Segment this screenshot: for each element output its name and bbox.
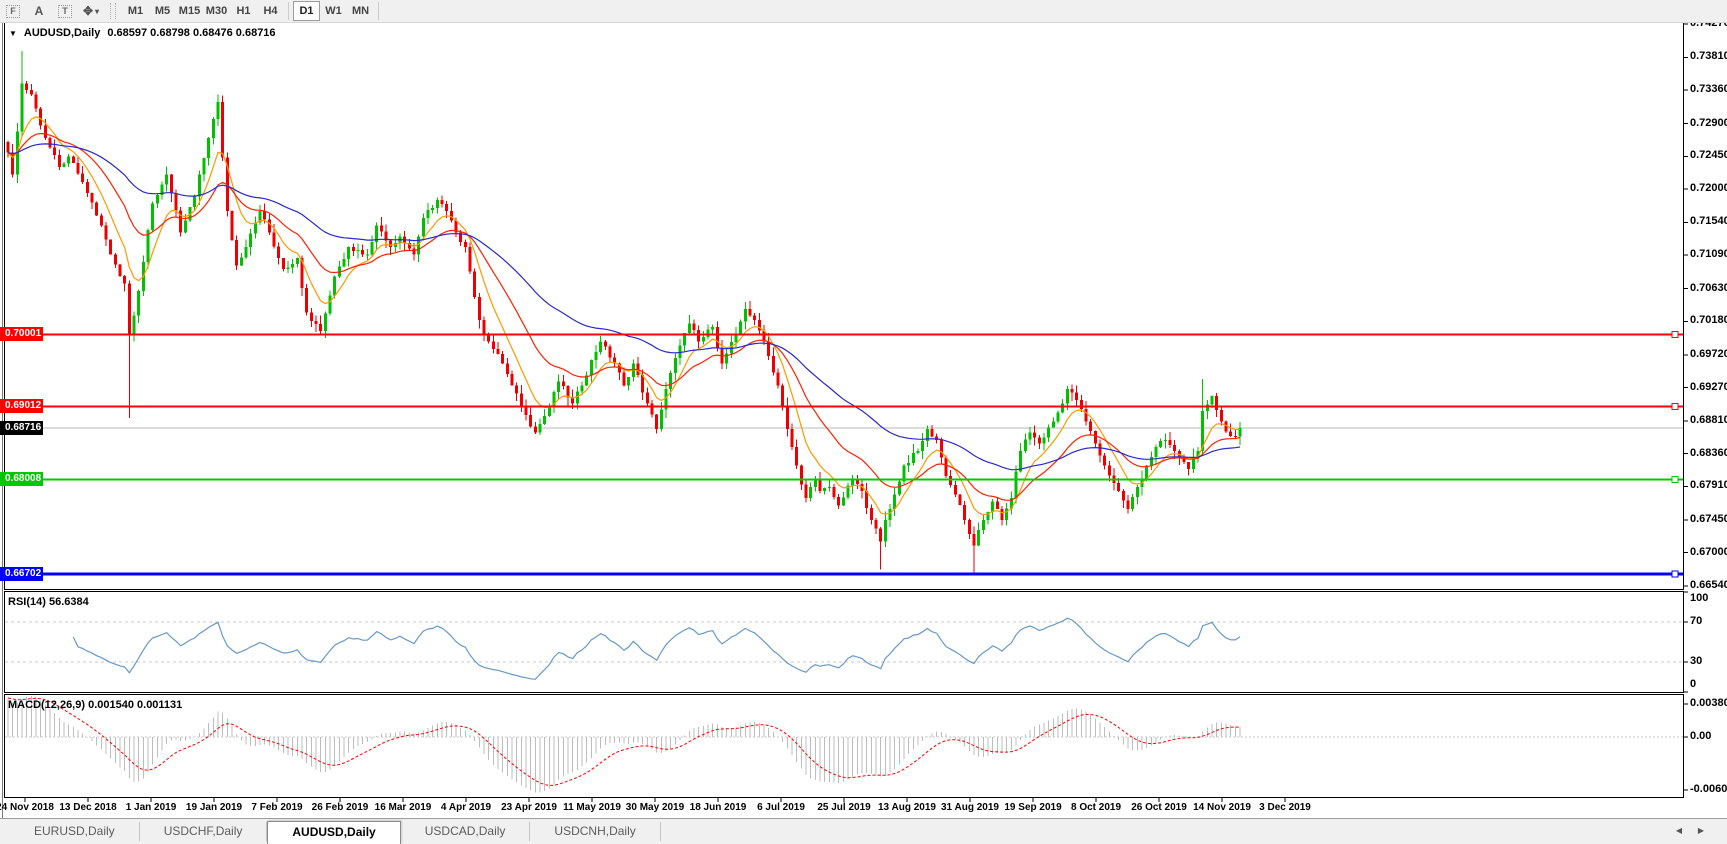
dropdown-caret-icon[interactable]: ▾ xyxy=(95,7,99,16)
toolbar-text-label-icon[interactable]: T xyxy=(53,2,77,20)
price-tag-support-1[interactable]: 0.68008 xyxy=(0,472,43,487)
toolbar-separator xyxy=(378,2,379,20)
timeframe-button-m15[interactable]: M15 xyxy=(176,1,203,21)
timeframe-button-m5[interactable]: M5 xyxy=(149,1,176,21)
toolbar-text-annotation-icon[interactable]: A xyxy=(27,2,51,20)
toolbar-separator xyxy=(288,2,289,20)
timeframe-button-m30[interactable]: M30 xyxy=(203,1,230,21)
timeframe-button-w1[interactable]: W1 xyxy=(320,1,347,21)
timeframe-button-mn[interactable]: MN xyxy=(347,1,374,21)
tab-usdcad[interactable]: USDCAD,Daily xyxy=(401,822,531,841)
price-tag-current-price[interactable]: 0.68716 xyxy=(0,420,43,435)
toolbar-arrow-objects-icon[interactable]: ✥ ▾ xyxy=(79,2,103,20)
mt4-window: FAT✥▾M1M5M15M30H1H4D1W1MN ▦ ▼ AUDUSD,Dai… xyxy=(0,0,1727,844)
price-tag-resistance-1[interactable]: 0.70001 xyxy=(0,327,43,342)
collapse-chart-icon[interactable]: ▼ xyxy=(9,29,17,38)
chart-tab-bar: EURUSD,Daily USDCHF,Daily AUDUSD,Daily USDC… xyxy=(0,818,1727,844)
tab-eurusd[interactable]: EURUSD,Daily xyxy=(10,822,140,841)
chart-canvas[interactable] xyxy=(0,0,1727,844)
tab-scroll-right-button[interactable]: ▶ xyxy=(1693,823,1709,839)
toolbar-indicators-grid-icon[interactable]: F xyxy=(1,2,25,20)
indicators-grid-icon: F xyxy=(6,4,20,18)
text-annotation-icon: A xyxy=(34,4,44,18)
tab-usdchf[interactable]: USDCHF,Daily xyxy=(140,822,268,841)
timeframe-button-h4[interactable]: H4 xyxy=(257,1,284,21)
toolbar-grip xyxy=(110,3,116,19)
tab-audusd[interactable]: AUDUSD,Daily xyxy=(267,821,401,844)
price-tag-support-2[interactable]: 0.66702 xyxy=(0,567,43,582)
timeframe-button-m1[interactable]: M1 xyxy=(122,1,149,21)
tab-usdcnh[interactable]: USDCNH,Daily xyxy=(530,822,661,841)
text-label-icon: T xyxy=(58,4,72,18)
tab-scroll-left-button[interactable]: ◀ xyxy=(1671,823,1687,839)
price-tag-resistance-2[interactable]: 0.69012 xyxy=(0,399,43,414)
arrow-objects-icon: ✥ xyxy=(82,4,94,18)
top-toolbar: F A T ✥ ▾ M1 M5 M15 M30 H1 H4 D1 W1 MN xyxy=(0,0,1727,23)
timeframe-button-d1[interactable]: D1 xyxy=(293,1,320,21)
timeframe-button-h1[interactable]: H1 xyxy=(230,1,257,21)
